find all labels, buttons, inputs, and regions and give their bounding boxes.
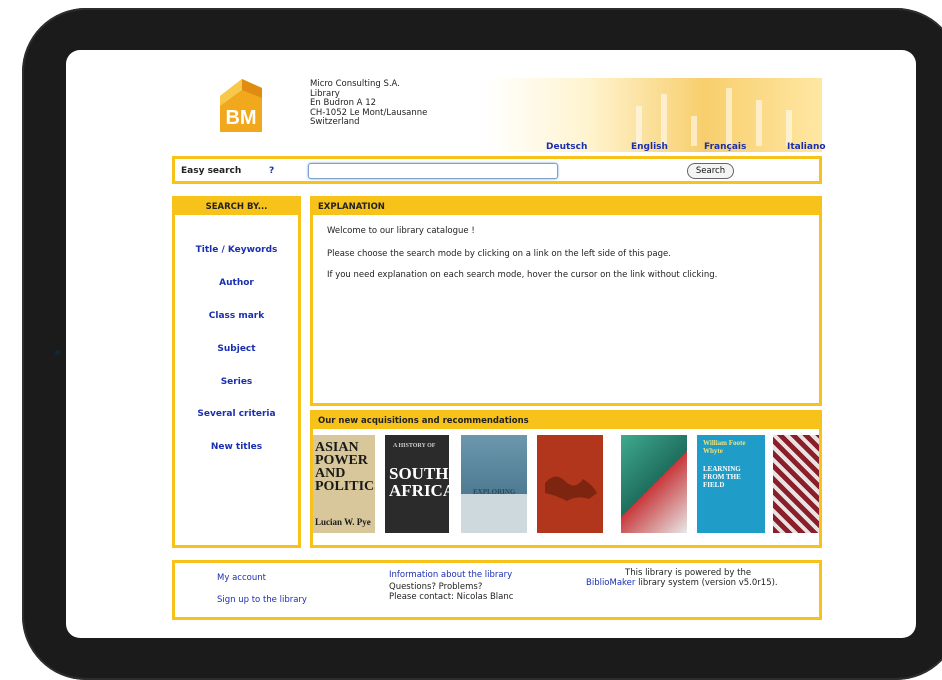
- book-cover[interactable]: ASIAN POWER AND POLITICS Lucian W. Pye: [313, 435, 375, 533]
- my-account-link[interactable]: My account: [217, 573, 266, 583]
- search-by-series[interactable]: Series: [175, 377, 298, 387]
- search-by-title: SEARCH BY...: [175, 199, 298, 215]
- search-by-class-mark[interactable]: Class mark: [175, 311, 298, 321]
- explanation-welcome: Welcome to our library catalogue !: [327, 226, 475, 236]
- powered-by-text: This library is powered by the: [625, 568, 752, 578]
- site-header: BM Micro Consulting S.A. Library En Budr…: [66, 64, 826, 152]
- contact-text: Please contact: Nicolas Blanc: [389, 592, 513, 602]
- search-by-several-criteria[interactable]: Several criteria: [175, 409, 298, 419]
- language-bar: Deutsch English Français Italiano: [66, 142, 916, 154]
- search-by-author[interactable]: Author: [175, 278, 298, 288]
- explanation-instructions: Please choose the search mode by clickin…: [327, 249, 671, 259]
- header-banner: [486, 78, 822, 152]
- acquisitions-panel: Our new acquisitions and recommendations…: [310, 410, 822, 548]
- search-by-new-titles[interactable]: New titles: [175, 442, 298, 452]
- book-cover[interactable]: EXPLORING: [461, 435, 527, 533]
- camera-dot: [55, 350, 60, 355]
- bm-logo: BM: [220, 79, 262, 132]
- sign-up-link[interactable]: Sign up to the library: [217, 595, 307, 605]
- bibliomaker-link[interactable]: BiblioMaker: [586, 578, 635, 588]
- site-footer: My account Sign up to the library Inform…: [172, 560, 822, 620]
- book-cover[interactable]: William Foote Whyte LEARNING FROM THE FI…: [697, 435, 765, 533]
- acquisitions-title: Our new acquisitions and recommendations: [313, 413, 819, 429]
- search-by-subject[interactable]: Subject: [175, 344, 298, 354]
- browser-screen: BM Micro Consulting S.A. Library En Budr…: [66, 50, 916, 638]
- lang-francais[interactable]: Français: [704, 142, 746, 152]
- easy-search-label: Easy search: [181, 166, 242, 176]
- org-address: Micro Consulting S.A. Library En Budron …: [310, 79, 427, 128]
- easy-search-bar: Easy search ? Search: [172, 156, 822, 184]
- explanation-title: EXPLANATION: [313, 199, 819, 215]
- book-cover[interactable]: [537, 435, 603, 533]
- search-by-panel: SEARCH BY... Title / Keywords Author Cla…: [172, 196, 301, 548]
- explanation-panel: EXPLANATION Welcome to our library catal…: [310, 196, 822, 406]
- lang-english[interactable]: English: [631, 142, 668, 152]
- search-by-title-keywords[interactable]: Title / Keywords: [175, 245, 298, 255]
- search-button[interactable]: Search: [687, 163, 734, 179]
- search-help-link[interactable]: ?: [269, 166, 274, 176]
- world-map-image: [545, 476, 597, 501]
- lang-deutsch[interactable]: Deutsch: [546, 142, 587, 152]
- powered-by-line: BiblioMaker library system (version v5.0…: [586, 578, 778, 588]
- questions-text: Questions? Problems?: [389, 582, 483, 592]
- contact-name: Nicolas Blanc: [456, 592, 514, 602]
- book-cover[interactable]: [773, 435, 819, 533]
- explanation-hover-hint: If you need explanation on each search m…: [327, 270, 718, 280]
- address-line: Switzerland: [310, 117, 360, 128]
- library-info-link[interactable]: Information about the library: [389, 570, 512, 580]
- search-input[interactable]: [308, 163, 558, 179]
- book-cover[interactable]: [621, 435, 687, 533]
- lang-italiano[interactable]: Italiano: [787, 142, 826, 152]
- contact-prefix: Please contact:: [389, 592, 454, 602]
- book-cover[interactable]: A HISTORY OF SOUTH AFRICA: [385, 435, 449, 533]
- system-version-text: library system (version v5.0r15).: [638, 578, 778, 588]
- svg-text:BM: BM: [225, 107, 256, 129]
